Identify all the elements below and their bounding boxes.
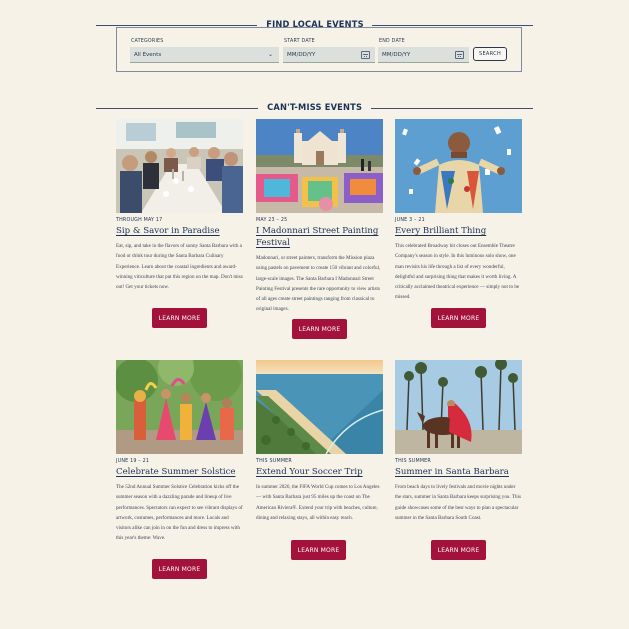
end-date-label: END DATE [379, 39, 405, 44]
heading-rule-left [95, 107, 258, 109]
horse-rider-palms-photo[interactable] [395, 360, 522, 454]
event-description: From beach days to lively festivals and … [395, 484, 521, 521]
event-description: This celebrated Broadway hit closes out … [395, 243, 520, 301]
start-date-input[interactable]: MM/DD/YY [283, 47, 375, 63]
learn-more-button[interactable]: LEARN MORE [431, 540, 486, 560]
learn-more-button[interactable]: LEARN MORE [431, 308, 486, 328]
event-date: MAY 23 – 25 [256, 218, 288, 223]
learn-more-button[interactable]: LEARN MORE [152, 308, 207, 328]
categories-select[interactable]: All Events ⌄ [130, 47, 279, 63]
event-description: Madonnari, or street painters, transform… [256, 255, 381, 313]
learn-more-button[interactable]: LEARN MORE [291, 540, 346, 560]
solstice-parade-photo[interactable] [116, 360, 243, 454]
learn-more-button[interactable]: LEARN MORE [292, 319, 347, 339]
search-button[interactable]: SEARCH [473, 47, 507, 61]
calendar-icon[interactable] [455, 51, 464, 59]
event-card: JUNE 19 – 21 Celebrate Summer Solstice T… [116, 360, 243, 544]
performer-confetti-photo[interactable] [395, 119, 522, 213]
event-date: THROUGH MAY 17 [116, 218, 163, 223]
start-date-placeholder: MM/DD/YY [287, 51, 316, 58]
cant-miss-title: CAN'T-MISS EVENTS [267, 103, 362, 113]
event-title-link[interactable]: Every Brilliant Thing [395, 225, 522, 237]
event-date: JUNE 3 – 21 [395, 218, 425, 223]
event-title-link[interactable]: I Madonnari Street Painting Festival [256, 225, 383, 249]
end-date-placeholder: MM/DD/YY [382, 51, 411, 58]
event-date: JUNE 19 – 21 [116, 459, 150, 464]
chevron-down-icon: ⌄ [267, 51, 273, 58]
mission-chalk-art-photo[interactable] [256, 119, 383, 213]
event-description: The 52nd Annual Summer Solstice Celebrat… [116, 484, 243, 542]
event-description: Eat, sip, and take in the flavors of sun… [116, 243, 243, 291]
start-date-label: START DATE [284, 39, 315, 44]
heading-rule-right [372, 24, 534, 26]
event-card: JUNE 3 – 21 Every Brilliant Thing This c… [395, 119, 522, 303]
event-date: THIS SUMMER [256, 459, 292, 464]
event-title-link[interactable]: Sip & Savor in Paradise [116, 225, 243, 237]
people-dining-photo[interactable] [116, 119, 243, 213]
event-title-link[interactable]: Celebrate Summer Solstice [116, 466, 243, 478]
event-card: MAY 23 – 25 I Madonnari Street Painting … [256, 119, 383, 315]
heading-rule-right [371, 107, 534, 109]
event-title-link[interactable]: Summer in Santa Barbara [395, 466, 522, 478]
calendar-icon[interactable] [361, 51, 370, 59]
event-card: THIS SUMMER Extend Your Soccer Trip In s… [256, 360, 383, 523]
categories-value: All Events [134, 51, 162, 58]
event-date: THIS SUMMER [395, 459, 431, 464]
event-title-link[interactable]: Extend Your Soccer Trip [256, 466, 383, 478]
event-description: In summer 2026, the FIFA World Cup comes… [256, 484, 380, 521]
coastline-aerial-photo[interactable] [256, 360, 383, 454]
categories-label: CATEGORIES [131, 39, 164, 44]
end-date-input[interactable]: MM/DD/YY [378, 47, 469, 63]
event-card: THROUGH MAY 17 Sip & Savor in Paradise E… [116, 119, 243, 292]
cant-miss-heading: CAN'T-MISS EVENTS [0, 103, 629, 113]
learn-more-button[interactable]: LEARN MORE [152, 559, 207, 579]
event-card: THIS SUMMER Summer in Santa Barbara From… [395, 360, 522, 523]
heading-rule-left [95, 24, 257, 26]
